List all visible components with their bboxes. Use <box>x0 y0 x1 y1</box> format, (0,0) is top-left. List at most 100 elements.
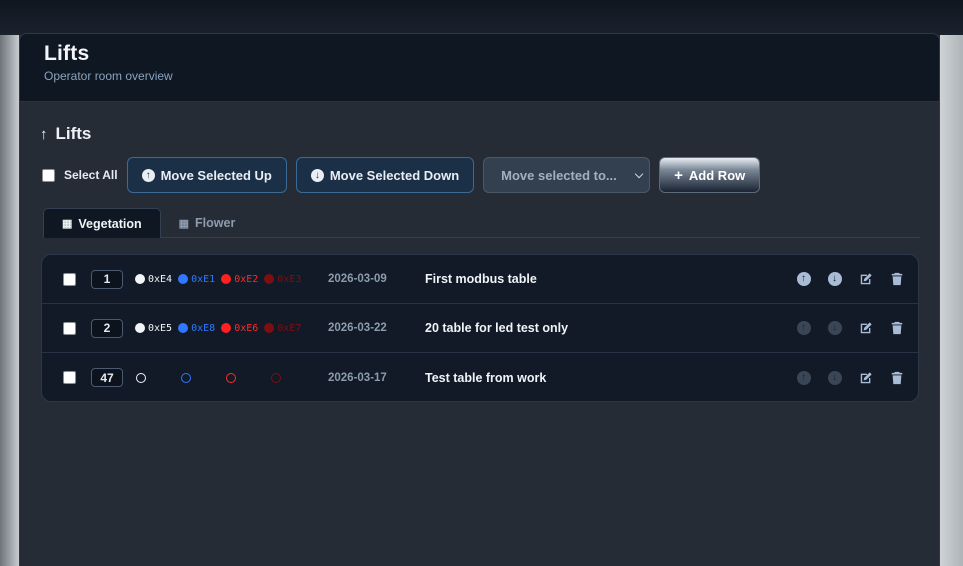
edit-button[interactable] <box>850 371 881 385</box>
address-value: 0xE2 <box>234 273 259 285</box>
empty-address-icon <box>271 372 281 383</box>
move-down-button[interactable]: ↓ <box>819 272 850 286</box>
move-up-button[interactable]: ↑ <box>788 272 819 286</box>
move-up-button[interactable]: ↑ <box>788 321 819 335</box>
row-date: 2026-03-09 <box>328 273 387 285</box>
address-value: 0xE7 <box>277 322 302 334</box>
row-actions: ↑ ↓ <box>788 321 912 335</box>
arrow-up-circle-icon: ↑ <box>141 168 155 182</box>
address-badge: 0xE2 <box>221 274 258 285</box>
select-all-checkbox[interactable] <box>42 168 55 182</box>
status-dot-icon <box>264 274 275 284</box>
address-value: 0xE3 <box>277 273 302 285</box>
edit-icon <box>860 273 872 285</box>
tables-list: 1 0xE4 0xE1 0xE2 0xE3 2026-03-09 First m… <box>41 254 919 402</box>
address-value: 0xE4 <box>148 273 173 285</box>
status-dot-icon <box>178 323 189 333</box>
tab-vegetation[interactable]: ▦ Vegetation <box>43 208 161 238</box>
tab-label: Flower <box>195 216 236 230</box>
delete-button[interactable] <box>881 272 912 286</box>
arrow-down-circle-icon: ↓ <box>827 272 842 286</box>
status-dot-icon <box>264 323 275 333</box>
move-up-label: Move Selected Up <box>160 167 272 183</box>
address-badge: 0xE4 <box>135 274 172 285</box>
move-selected-up-button[interactable]: ↑ Move Selected Up <box>126 157 287 193</box>
move-to-select[interactable]: Move selected to... ⌵ <box>483 157 651 193</box>
chevron-down-icon: ⌵ <box>634 168 644 181</box>
top-bar <box>0 0 963 35</box>
delete-button[interactable] <box>881 321 912 335</box>
empty-address-icon <box>226 372 236 383</box>
row-number[interactable]: 47 <box>91 368 123 387</box>
address-value: 0xE5 <box>148 322 173 334</box>
page-header: Lifts Operator room overview <box>20 34 939 102</box>
section-heading: ↑ Lifts <box>40 124 91 144</box>
arrow-down-circle-icon: ↓ <box>827 321 842 335</box>
address-badge: 0xE5 <box>135 323 172 334</box>
table-row: 1 0xE4 0xE1 0xE2 0xE3 2026-03-09 First m… <box>42 255 918 304</box>
edit-button[interactable] <box>850 272 881 286</box>
tab-flower[interactable]: ▦ Flower <box>161 208 254 238</box>
row-date: 2026-03-22 <box>328 322 387 334</box>
row-checkbox[interactable] <box>63 272 76 286</box>
arrow-up-circle-icon: ↑ <box>796 272 811 286</box>
trash-icon <box>891 272 902 286</box>
empty-address-icon <box>136 372 146 383</box>
status-dot-icon <box>135 323 145 333</box>
page-title: Lifts <box>44 42 90 65</box>
add-row-label: Add Row <box>688 167 746 183</box>
row-actions: ↑ ↓ <box>788 272 912 286</box>
row-name: Test table from work <box>425 370 547 385</box>
row-checkbox[interactable] <box>63 321 76 335</box>
address-badge: 0xE3 <box>264 274 301 285</box>
select-all-label: Select All <box>64 168 118 182</box>
move-down-label: Move Selected Down <box>329 167 460 183</box>
arrow-up-circle-icon: ↑ <box>796 370 811 385</box>
row-number[interactable]: 2 <box>91 318 123 338</box>
row-name: First modbus table <box>425 272 537 286</box>
address-value: 0xE1 <box>191 273 216 285</box>
arrow-up-circle-icon: ↑ <box>796 321 811 335</box>
table-row: 2 0xE5 0xE8 0xE6 0xE7 2026-03-22 20 tabl… <box>42 304 918 353</box>
address-list: 0xE4 0xE1 0xE2 0xE3 <box>135 274 301 285</box>
arrow-up-icon: ↑ <box>40 125 48 143</box>
section-title: Lifts <box>55 124 92 143</box>
status-dot-icon <box>178 274 189 284</box>
address-value: 0xE8 <box>191 322 216 334</box>
arrow-down-circle-icon: ↓ <box>827 370 842 385</box>
move-down-button[interactable]: ↓ <box>819 321 850 335</box>
plus-icon: + <box>674 166 683 184</box>
row-number[interactable]: 1 <box>91 269 123 289</box>
edit-icon <box>860 322 872 334</box>
address-list <box>135 372 285 384</box>
page-subtitle: Operator room overview <box>44 69 173 83</box>
arrow-down-circle-icon: ↓ <box>310 168 324 182</box>
address-list: 0xE5 0xE8 0xE6 0xE7 <box>135 323 301 334</box>
move-selected-down-button[interactable]: ↓ Move Selected Down <box>295 157 475 193</box>
trash-icon <box>891 321 902 335</box>
table-row: 47 2026-03-17 Test table from work ↑ ↓ <box>42 353 918 401</box>
row-actions: ↑ ↓ <box>788 370 912 385</box>
grid-icon: ▦ <box>62 218 73 230</box>
add-row-button[interactable]: + Add Row <box>659 157 761 193</box>
move-up-button[interactable]: ↑ <box>788 370 819 385</box>
select-all[interactable]: Select All <box>42 168 118 182</box>
empty-address-icon <box>181 372 191 383</box>
move-to-placeholder: Move selected to... <box>501 167 617 183</box>
move-down-button[interactable]: ↓ <box>819 370 850 385</box>
row-checkbox[interactable] <box>63 371 76 384</box>
trash-icon <box>891 371 902 384</box>
row-name: 20 table for led test only <box>425 321 569 335</box>
address-badge: 0xE8 <box>178 323 215 334</box>
address-badge: 0xE7 <box>264 323 301 334</box>
address-badge: 0xE6 <box>221 323 258 334</box>
tab-label: Vegetation <box>78 216 142 231</box>
edit-button[interactable] <box>850 321 881 335</box>
main-panel: Lifts Operator room overview ↑ Lifts Sel… <box>19 33 940 566</box>
status-dot-icon <box>221 274 232 284</box>
status-dot-icon <box>221 323 232 333</box>
tab-bar: ▦ Vegetation ▦ Flower <box>43 208 920 238</box>
delete-button[interactable] <box>881 371 912 385</box>
address-value: 0xE6 <box>234 322 259 334</box>
status-dot-icon <box>135 274 145 284</box>
